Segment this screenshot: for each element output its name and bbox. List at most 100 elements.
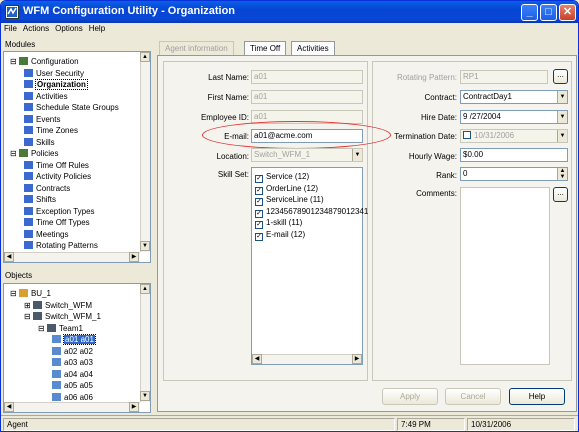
- title-bar[interactable]: WFM Configuration Utility - Organization…: [1, 1, 578, 23]
- objects-item-label: BU_1: [30, 289, 51, 298]
- skill-item[interactable]: ✓ ServiceLine (11): [255, 194, 324, 206]
- spin-arrows-icon[interactable]: ▲ ▼: [557, 168, 567, 180]
- modules-item[interactable]: Rotating Patterns: [24, 240, 98, 251]
- chevron-down-icon[interactable]: ▼: [557, 91, 567, 103]
- expand-toggle-icon[interactable]: ⊟: [10, 289, 19, 298]
- tab-activities[interactable]: Activities: [291, 41, 335, 55]
- chevron-down-icon[interactable]: ▼: [557, 130, 567, 142]
- objects-item[interactable]: a05 a05: [52, 380, 93, 391]
- scroll-right-icon[interactable]: ▶: [129, 402, 139, 412]
- close-button[interactable]: ✕: [559, 4, 576, 21]
- scroll-up-icon[interactable]: ▲: [140, 284, 150, 294]
- menu-help[interactable]: Help: [86, 23, 108, 34]
- skill-item[interactable]: ✓ 12345678901234879012341: [255, 206, 368, 218]
- modules-tree: ⊟ Configuration User Security Organization…: [3, 51, 151, 263]
- objects-hscroll[interactable]: ◀ ▶: [4, 402, 140, 412]
- skill-item[interactable]: ✓ E-mail (12): [255, 229, 305, 241]
- objects-item[interactable]: ⊟ Team1: [38, 323, 83, 334]
- modules-vscroll[interactable]: ▲ ▼: [140, 52, 150, 252]
- minimize-button[interactable]: _: [521, 4, 538, 21]
- cancel-button[interactable]: Cancel: [445, 388, 501, 405]
- objects-item[interactable]: a03 a03: [52, 357, 93, 368]
- chevron-down-icon[interactable]: ▼: [557, 111, 567, 123]
- hire-date-picker[interactable]: 9 /27/2004 ▼: [460, 110, 568, 124]
- location-select[interactable]: Switch_WFM_1 ▼: [251, 148, 363, 162]
- hourly-wage-field[interactable]: $0.00: [460, 148, 568, 162]
- skill-item[interactable]: ✓ Service (12): [255, 171, 309, 183]
- objects-vscroll[interactable]: ▲ ▼: [140, 284, 150, 402]
- skill-label: OrderLine (12): [266, 183, 319, 193]
- termination-date-checkbox[interactable]: [463, 131, 471, 139]
- modules-item[interactable]: Time Zones: [24, 125, 78, 136]
- skills-hscroll[interactable]: ◀ ▶: [252, 354, 362, 364]
- apply-button[interactable]: Apply: [382, 388, 438, 405]
- tab-time-off[interactable]: Time Off: [244, 41, 287, 55]
- maximize-button[interactable]: □: [540, 4, 557, 21]
- menu-options[interactable]: Options: [52, 23, 86, 34]
- scroll-down-icon[interactable]: ▼: [140, 391, 150, 401]
- rank-stepper[interactable]: 0 ▲ ▼: [460, 167, 568, 181]
- modules-item[interactable]: Meetings: [24, 229, 68, 240]
- modules-item-label: Meetings: [36, 229, 69, 239]
- objects-node-icon: [52, 335, 61, 343]
- expand-toggle-icon[interactable]: ⊟: [10, 149, 19, 158]
- modules-item[interactable]: Shifts: [24, 194, 56, 205]
- menu-file[interactable]: File: [1, 23, 20, 34]
- modules-item[interactable]: Skills: [24, 137, 55, 148]
- scroll-down-icon[interactable]: ▼: [140, 241, 150, 251]
- comments-label: Comments:: [416, 189, 457, 198]
- skill-label: 1-skill (11): [266, 218, 303, 227]
- expand-toggle-icon[interactable]: ⊞: [24, 301, 33, 310]
- first-name-field[interactable]: a01: [251, 90, 363, 104]
- expand-toggle-icon[interactable]: ⊟: [38, 324, 47, 333]
- scroll-left-icon[interactable]: ◀: [4, 252, 14, 262]
- rotating-pattern-browse-button[interactable]: ...: [553, 69, 568, 84]
- modules-item[interactable]: Organization: [24, 79, 88, 90]
- modules-item[interactable]: ⊟ Policies: [10, 148, 59, 159]
- modules-node-icon: [24, 80, 33, 88]
- modules-node-icon: [24, 126, 33, 134]
- objects-item[interactable]: a02 a02: [52, 346, 93, 357]
- objects-item[interactable]: ⊞ Switch_WFM: [24, 300, 92, 311]
- scroll-up-icon[interactable]: ▲: [140, 52, 150, 62]
- modules-item[interactable]: Time Off Rules: [24, 160, 89, 171]
- modules-item[interactable]: Events: [24, 114, 60, 125]
- modules-item[interactable]: Exception Types: [24, 206, 95, 217]
- first-name-label: First Name:: [207, 93, 249, 102]
- modules-hscroll[interactable]: ◀ ▶: [4, 252, 140, 262]
- comments-textarea[interactable]: [460, 187, 550, 365]
- objects-node-icon: [52, 369, 61, 378]
- objects-item[interactable]: ⊟ BU_1: [10, 288, 51, 299]
- expand-toggle-icon[interactable]: ⊟: [10, 57, 19, 66]
- skill-checkbox[interactable]: ✓: [255, 232, 263, 241]
- modules-item[interactable]: Contracts: [24, 183, 70, 194]
- help-button[interactable]: Help: [509, 388, 565, 405]
- tab-agent-information[interactable]: Agent information: [159, 41, 234, 55]
- location-value: Switch_WFM_1: [254, 150, 311, 159]
- objects-item[interactable]: a01 a01: [52, 334, 96, 345]
- rotating-pattern-field[interactable]: RP1: [460, 70, 548, 84]
- objects-item[interactable]: a04 a04: [52, 369, 93, 380]
- objects-node-icon: [52, 392, 61, 401]
- menu-actions[interactable]: Actions: [20, 23, 52, 34]
- scroll-left-icon[interactable]: ◀: [252, 354, 262, 364]
- objects-item[interactable]: a06 a06: [52, 392, 93, 403]
- scroll-left-icon[interactable]: ◀: [4, 402, 14, 412]
- modules-item[interactable]: User Security: [24, 68, 84, 79]
- chevron-down-icon[interactable]: ▼: [352, 149, 362, 161]
- scroll-right-icon[interactable]: ▶: [352, 354, 362, 364]
- objects-item[interactable]: ⊟ Switch_WFM_1: [24, 311, 101, 322]
- modules-item[interactable]: ⊟ Configuration: [10, 56, 79, 67]
- termination-date-picker[interactable]: 10/31/2006 ▼: [460, 129, 568, 143]
- skill-item[interactable]: ✓ OrderLine (12): [255, 183, 319, 195]
- scroll-right-icon[interactable]: ▶: [129, 252, 139, 262]
- expand-toggle-icon[interactable]: ⊟: [24, 312, 33, 321]
- skill-item[interactable]: ✓ 1-skill (11): [255, 217, 303, 229]
- modules-item[interactable]: Activity Policies: [24, 171, 91, 182]
- comments-expand-button[interactable]: ...: [553, 187, 568, 202]
- contract-select[interactable]: ContractDay1 ▼: [460, 90, 568, 104]
- last-name-field[interactable]: a01: [251, 70, 363, 84]
- modules-item[interactable]: Activities: [24, 91, 68, 102]
- modules-item[interactable]: Schedule State Groups: [24, 102, 119, 113]
- modules-item[interactable]: Time Off Types: [24, 217, 90, 228]
